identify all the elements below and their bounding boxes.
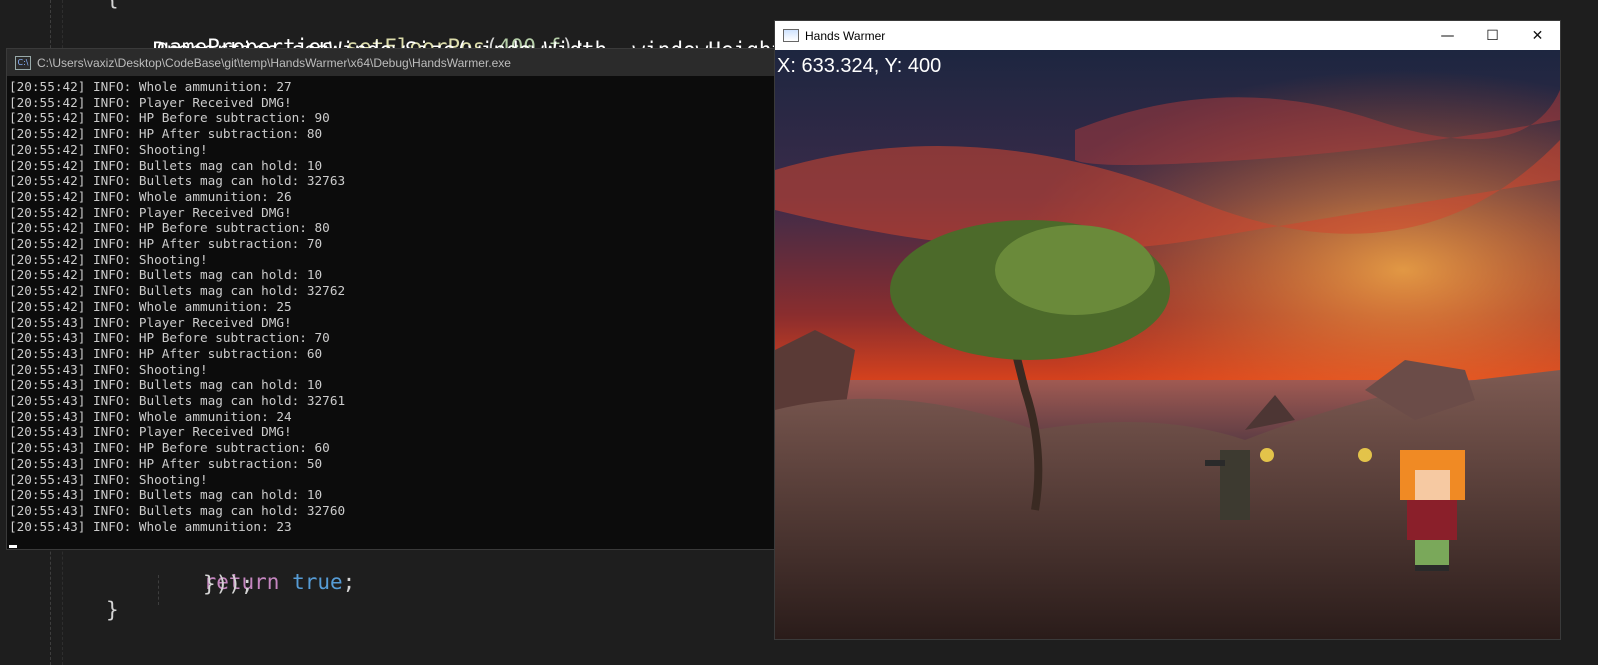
code-line-return: return true;: [153, 546, 356, 618]
game-scene: [775, 50, 1560, 639]
console-line: [20:55:42] INFO: Bullets mag can hold: 3…: [9, 173, 346, 189]
console-line: [20:55:43] INFO: HP After subtraction: 6…: [9, 345, 323, 361]
console-line: [20:55:42] INFO: Bullets mag can hold: 1…: [9, 157, 323, 173]
game-window[interactable]: Hands Warmer — ☐ ✕ X: 633.324, Y: 400: [774, 20, 1561, 640]
game-titlebar[interactable]: Hands Warmer — ☐ ✕: [775, 21, 1560, 50]
console-line: [20:55:43] INFO: Bullets mag can hold: 1…: [9, 377, 323, 393]
console-line: [20:55:43] INFO: Shooting!: [9, 361, 208, 377]
console-cursor: [9, 545, 17, 548]
tree-canopy: [995, 225, 1155, 315]
console-line: [20:55:42] INFO: Whole ammunition: 25: [9, 298, 292, 314]
console-titlebar[interactable]: C:\ C:\Users\vaxiz\Desktop\CodeBase\git\…: [7, 49, 790, 76]
console-line: [20:55:42] INFO: Shooting!: [9, 141, 208, 157]
console-line: [20:55:43] INFO: Whole ammunition: 23: [9, 518, 292, 534]
code-line-close: }));: [203, 572, 254, 596]
app-icon: [783, 29, 799, 42]
console-output[interactable]: [20:55:42] INFO: Whole ammunition: 27 [20…: [7, 76, 790, 534]
console-line: [20:55:42] INFO: Bullets mag can hold: 1…: [9, 267, 323, 283]
minimize-button[interactable]: —: [1425, 21, 1470, 50]
coordinates-readout: X: 633.324, Y: 400: [777, 55, 942, 77]
console-line: [20:55:42] INFO: Whole ammunition: 27: [9, 79, 292, 94]
console-title: C:\Users\vaxiz\Desktop\CodeBase\git\temp…: [37, 55, 511, 70]
console-line: [20:55:43] INFO: HP Before subtraction: …: [9, 440, 330, 456]
maximize-button[interactable]: ☐: [1470, 21, 1515, 50]
console-line: [20:55:43] INFO: HP After subtraction: 5…: [9, 455, 323, 471]
console-line: [20:55:42] INFO: HP After subtraction: 7…: [9, 236, 323, 252]
coin-icon: [1358, 448, 1372, 462]
console-line: [20:55:43] INFO: Bullets mag can hold: 3…: [9, 393, 346, 409]
console-line: [20:55:43] INFO: Shooting!: [9, 471, 208, 487]
console-line: [20:55:43] INFO: Bullets mag can hold: 1…: [9, 487, 323, 503]
console-line: [20:55:42] INFO: HP Before subtraction: …: [9, 110, 330, 126]
console-line: [20:55:42] INFO: Bullets mag can hold: 3…: [9, 283, 346, 299]
window-title: Hands Warmer: [805, 28, 886, 43]
cmd-icon: C:\: [15, 55, 31, 70]
close-button[interactable]: ✕: [1515, 21, 1560, 50]
console-line: [20:55:43] INFO: HP Before subtraction: …: [9, 330, 330, 346]
console-window[interactable]: C:\ C:\Users\vaxiz\Desktop\CodeBase\git\…: [6, 48, 791, 550]
console-line: [20:55:43] INFO: Player Received DMG!: [9, 314, 292, 330]
code-brace: {: [106, 0, 119, 10]
coin-icon: [1260, 448, 1274, 462]
console-line: [20:55:42] INFO: Player Received DMG!: [9, 94, 292, 110]
console-line: [20:55:43] INFO: Player Received DMG!: [9, 424, 292, 440]
console-line: [20:55:42] INFO: Shooting!: [9, 251, 208, 267]
console-line: [20:55:42] INFO: HP After subtraction: 8…: [9, 126, 323, 142]
game-viewport[interactable]: X: 633.324, Y: 400: [775, 50, 1560, 639]
console-line: [20:55:42] INFO: HP Before subtraction: …: [9, 220, 330, 236]
code-token: true: [292, 570, 343, 594]
console-line: [20:55:42] INFO: Whole ammunition: 26: [9, 188, 292, 204]
console-line: [20:55:43] INFO: Whole ammunition: 24: [9, 408, 292, 424]
console-line: [20:55:43] INFO: Bullets mag can hold: 3…: [9, 502, 346, 518]
code-line-close-brace: }: [106, 598, 119, 622]
console-line: [20:55:42] INFO: Player Received DMG!: [9, 204, 292, 220]
code-token: ;: [342, 570, 356, 594]
